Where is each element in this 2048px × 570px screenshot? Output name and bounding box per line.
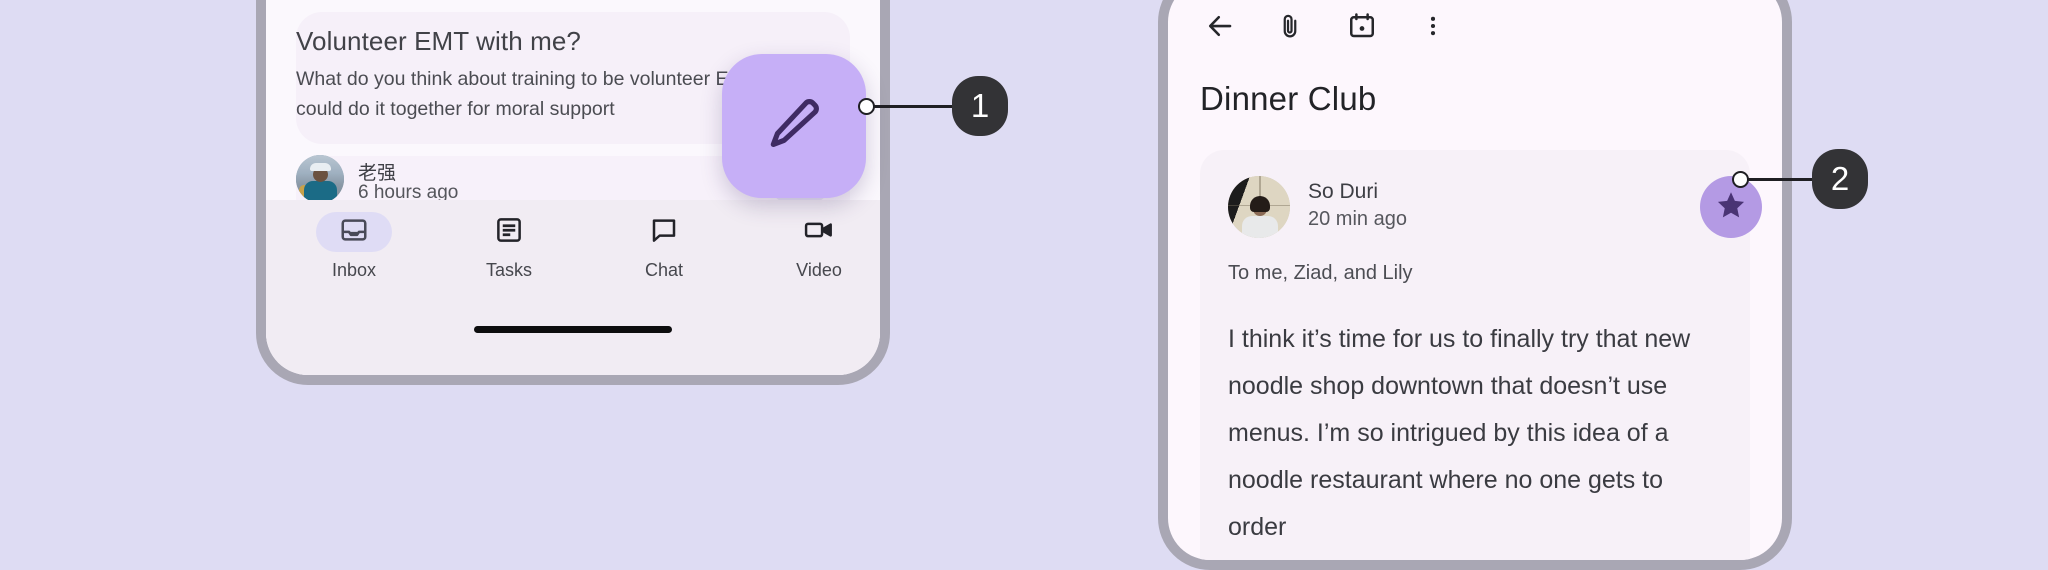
screenshot-stage: Volunteer EMT with me? What do you think… <box>0 0 2048 570</box>
message-card[interactable]: So Duri 20 min ago To me, Ziad, and Lily… <box>1200 150 1762 560</box>
sidebar-item-chat[interactable]: Chat <box>594 212 734 281</box>
fab-pencil-button[interactable] <box>722 54 866 198</box>
message-body: I think it’s time for us to finally try … <box>1228 325 1691 541</box>
nav-pill <box>626 212 702 252</box>
home-indicator <box>474 326 672 333</box>
avatar <box>296 155 344 203</box>
calendar-button[interactable] <box>1340 6 1384 50</box>
app-bar <box>1168 0 1782 76</box>
callout-2-badge: 2 <box>1812 149 1868 209</box>
attach-button[interactable] <box>1268 6 1312 50</box>
sidebar-item-inbox[interactable]: Inbox <box>284 212 424 281</box>
nav-pill <box>781 212 857 252</box>
bottom-navigation-bar: Inbox Tasks Chat Video <box>266 200 880 375</box>
thread-title: Volunteer EMT with me? <box>296 26 581 56</box>
inbox-icon <box>339 215 369 250</box>
star-filled-icon <box>1715 189 1747 226</box>
more-vertical-icon <box>1420 13 1446 44</box>
sidebar-item-tasks[interactable]: Tasks <box>439 212 579 281</box>
paperclip-icon <box>1276 12 1304 45</box>
video-camera-icon <box>803 215 835 250</box>
callout-1-leader-line <box>874 105 956 108</box>
message-timestamp: 20 min ago <box>1308 208 1407 230</box>
pencil-icon <box>763 93 825 160</box>
right-phone-frame: Dinner Club So Duri 20 min ago To me, Zi… <box>1158 0 1792 570</box>
nav-pill <box>471 212 547 252</box>
message-recipients: To me, Ziad, and Lily <box>1228 262 1413 284</box>
callout-1-badge: 1 <box>952 76 1008 136</box>
page-title: Dinner Club <box>1200 80 1377 117</box>
nav-label-chat: Chat <box>644 260 684 280</box>
chat-bubble-icon <box>649 215 679 250</box>
avatar <box>1228 176 1290 238</box>
avatar-cap <box>310 163 331 171</box>
callout-2-leader-line <box>1748 178 1816 181</box>
nav-label-tasks: Tasks <box>485 260 532 280</box>
calendar-icon <box>1347 11 1377 46</box>
message-sender-name: So Duri <box>1308 180 1379 203</box>
sidebar-item-video[interactable]: Video <box>749 212 880 281</box>
callout-2-anchor-dot <box>1732 171 1749 188</box>
back-button[interactable] <box>1198 6 1242 50</box>
avatar-torso <box>1242 216 1278 238</box>
nav-active-pill <box>316 212 392 252</box>
sender-name: 老强 <box>358 163 397 184</box>
back-arrow-icon <box>1205 11 1235 46</box>
nav-label-video: Video <box>796 260 842 280</box>
nav-label-inbox: Inbox <box>331 260 377 280</box>
message-star-button[interactable] <box>1700 176 1762 238</box>
avatar-hair <box>1250 196 1270 212</box>
callout-1-anchor-dot <box>858 98 875 115</box>
tasks-icon <box>494 215 524 250</box>
overflow-menu-button[interactable] <box>1411 6 1455 50</box>
